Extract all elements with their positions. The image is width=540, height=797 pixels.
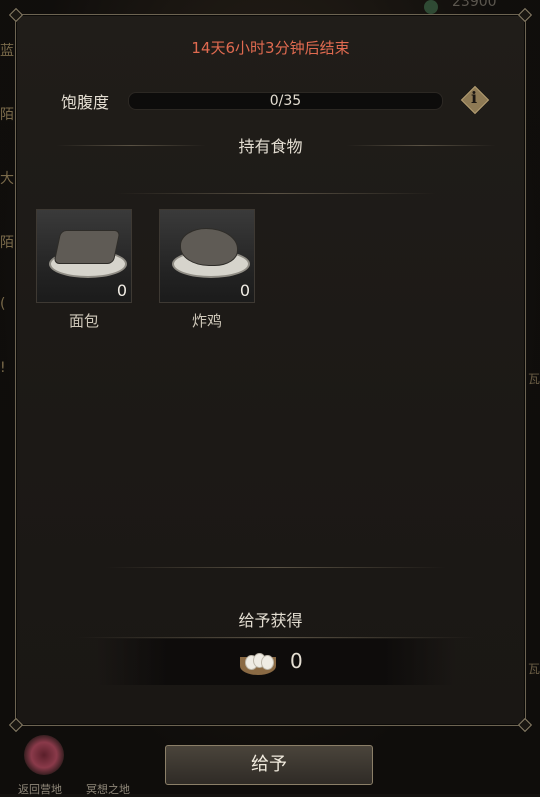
info-glyph: i <box>470 88 478 107</box>
food-section-title: 持有食物 <box>238 137 303 156</box>
food-item-bread[interactable]: 0 面包 <box>36 209 132 331</box>
event-timer: 14天6小时3分钟后结束 <box>191 39 350 57</box>
satiety-progress-bar: 0/35 <box>128 92 443 110</box>
meditation-label: 冥想之地 <box>86 783 130 796</box>
satiety-label: 饱腹度 <box>61 93 110 112</box>
food-count: 0 <box>239 281 250 300</box>
divider <box>76 637 476 638</box>
left-edge-background: 蓝 陌 大 陌 ( ! <box>0 40 14 510</box>
left-edge-glyph: 陌 <box>0 235 14 251</box>
right-edge-glyph: 瓦 <box>527 662 540 676</box>
food-name: 炸鸡 <box>191 312 222 330</box>
divider <box>106 567 446 568</box>
egg-bowl-icon <box>240 651 276 675</box>
left-edge-glyph: ! <box>0 360 6 376</box>
food-tile: 0 <box>36 209 132 303</box>
give-button[interactable]: 给予 <box>165 745 373 785</box>
divider <box>116 193 436 194</box>
right-edge-glyph: 瓦 <box>527 372 540 386</box>
right-edge-spacer <box>526 60 540 370</box>
food-item-fried-chicken[interactable]: 0 炸鸡 <box>159 209 255 331</box>
reward-title: 给予获得 <box>238 611 303 630</box>
food-tile: 0 <box>159 209 255 303</box>
egg-shape <box>261 655 274 670</box>
satiety-progress-text: 0/35 <box>269 93 302 109</box>
info-button[interactable]: i <box>460 85 490 115</box>
leaf-decoration-icon <box>424 0 438 14</box>
right-edge-background: 瓦 瓦 <box>526 60 540 680</box>
left-edge-glyph: 陌 <box>0 107 14 123</box>
left-edge-glyph: 蓝 <box>0 43 14 59</box>
bread-icon <box>53 230 121 264</box>
reward-row: 0 <box>96 639 456 685</box>
fried-chicken-icon <box>180 228 238 266</box>
score-readout: 23900 <box>452 0 497 10</box>
reward-count: 0 <box>290 649 303 673</box>
food-name: 面包 <box>68 312 99 330</box>
left-edge-glyph: ( <box>0 296 6 312</box>
food-count: 0 <box>116 281 127 300</box>
feed-dialog: 14天6小时3分钟后结束 饱腹度 0/35 i 持有食物 0 面包 0 炸鸡 给… <box>8 7 533 733</box>
return-camp-icon[interactable] <box>24 735 64 775</box>
return-camp-label: 返回营地 <box>18 783 62 796</box>
right-edge-spacer <box>526 440 540 660</box>
left-edge-glyph: 大 <box>0 171 14 187</box>
